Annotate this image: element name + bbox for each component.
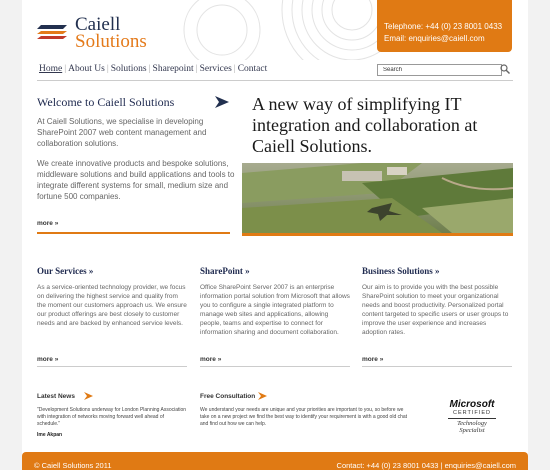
business-solutions-title[interactable]: Business Solutions » [362,266,440,276]
sharepoint-more-link[interactable]: more » [200,356,221,363]
ms-logo-microsoft: Microsoft [449,399,495,410]
business-solutions-text: Our aim is to provide you with the best … [362,284,509,336]
nav-sharepoint[interactable]: Sharepoint [151,64,196,74]
latest-news-arrow-icon [84,392,93,400]
welcome-intro: At Caiell Solutions, we specialise in de… [37,117,207,148]
sharepoint-text: Office SharePoint Server 2007 is an ente… [200,284,350,336]
welcome-more-link[interactable]: more » [37,220,58,227]
sharepoint-divider [200,366,350,367]
nav-contact[interactable]: Contact [236,64,270,74]
header-email[interactable]: Email: enquiries@caiell.com [384,34,485,43]
latest-news-title: Latest News [37,393,75,400]
ms-logo-specialist: Specialist [459,427,485,434]
free-consultation-text: We understand your needs are unique and … [200,407,408,427]
our-services-divider [37,366,187,367]
nav-divider [37,80,513,81]
footer-contact[interactable]: Contact: +44 (0) 23 8001 0433 | enquirie… [337,461,516,470]
business-solutions-more-link[interactable]: more » [362,356,383,363]
free-consultation-title: Free Consultation [200,393,256,400]
logo-text-solutions: Solutions [75,31,147,52]
page: Caiell Solutions Telephone: +44 (0) 23 8… [22,0,528,470]
logo[interactable]: Caiell Solutions [37,15,147,52]
search-input[interactable] [377,64,502,76]
nav-home[interactable]: Home [37,64,64,74]
free-consultation-arrow-icon [258,392,267,400]
search-icon[interactable] [500,64,510,74]
banner-underline [242,233,513,236]
footer-copyright: © Caiell Solutions 2011 [34,461,112,470]
ms-logo-technology: Technology [457,420,487,427]
logo-mark-icon [37,25,67,39]
aerial-photo [242,163,513,233]
nav-about-us[interactable]: About Us [66,64,107,74]
our-services-title[interactable]: Our Services » [37,266,93,276]
welcome-body: We create innovative products and bespok… [37,159,235,201]
banner-tagline: A new way of simplifying IT integration … [252,94,478,156]
our-services-more-link[interactable]: more » [37,356,58,363]
ms-logo-certified: CERTIFIED [453,410,491,416]
nav-services[interactable]: Services [198,64,234,74]
latest-news-author: Ime Akpan [37,432,63,438]
arrow-right-icon [215,96,229,108]
header-phone: Telephone: +44 (0) 23 8001 0433 [384,22,503,31]
header-contact-box: Telephone: +44 (0) 23 8001 0433 Email: e… [377,0,512,52]
microsoft-certified-logo: Microsoft CERTIFIED Technology Specialis… [442,400,502,434]
footer: © Caiell Solutions 2011 Contact: +44 (0)… [22,452,528,470]
welcome-underline [37,232,230,234]
our-services-text: As a service-oriented technology provide… [37,284,187,327]
business-solutions-divider [362,366,512,367]
latest-news-text: "Development Solutions underway for Lond… [37,407,187,427]
ms-logo-rule [448,418,496,419]
welcome-title: Welcome to Caiell Solutions [37,95,175,109]
decorative-arcs [183,0,382,60]
nav-solutions[interactable]: Solutions [109,64,149,74]
main-nav: Home | About Us | Solutions | Sharepoint | Servi… [37,64,270,74]
sharepoint-title[interactable]: SharePoint » [200,266,250,276]
